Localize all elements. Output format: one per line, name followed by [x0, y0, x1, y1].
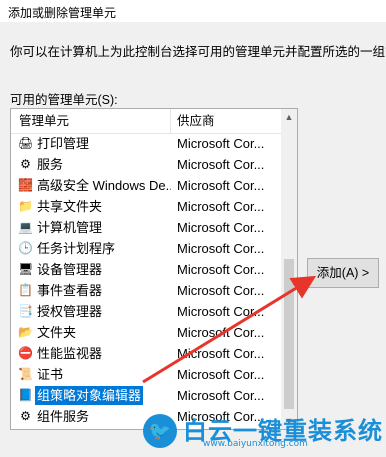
- snapin-name: 共享文件夹: [37, 199, 103, 214]
- snapin-name: 性能监视器: [37, 346, 103, 361]
- snapin-vendor: Microsoft Cor...: [177, 220, 265, 235]
- snapin-name: 计算机管理: [37, 220, 103, 235]
- snapin-vendor: Microsoft Cor...: [177, 346, 265, 361]
- list-rows: 🖨 打印管理 Microsoft Cor... ⚙ 服务 Microsoft Cor...…: [11, 133, 281, 427]
- snapin-vendor: Microsoft Cor...: [177, 241, 265, 256]
- add-button[interactable]: 添加(A) >: [307, 258, 379, 288]
- vertical-scrollbar[interactable]: ▲ ▼: [281, 109, 297, 429]
- snapin-vendor: Microsoft Cor...: [177, 178, 265, 193]
- snapin-name: 文件夹: [37, 325, 77, 340]
- snapin-name: 组件服务: [37, 409, 90, 424]
- snapin-name: 事件查看器: [37, 283, 103, 298]
- event-viewer-icon: 📋: [18, 283, 33, 297]
- available-snapins-list[interactable]: 管理单元 供应商 🖨 打印管理 Microsoft Cor... ⚙ 服务 Microso…: [10, 108, 298, 430]
- policy-icon: 📘: [18, 388, 33, 402]
- column-divider[interactable]: [170, 109, 171, 133]
- snapin-vendor: Microsoft Cor...: [177, 367, 265, 382]
- device-icon: 🖥: [18, 262, 34, 276]
- watermark: 🐦 白云一键重装系统 www.baiyunxitong.com: [143, 411, 382, 451]
- snapin-name: 设备管理器: [37, 262, 103, 277]
- column-header-vendor[interactable]: 供应商: [177, 109, 215, 133]
- list-item[interactable]: 🖨 打印管理 Microsoft Cor...: [11, 133, 281, 154]
- list-item[interactable]: 📜 证书 Microsoft Cor...: [11, 364, 281, 385]
- printer-icon: 🖨: [18, 136, 34, 150]
- snapin-vendor: Microsoft Cor...: [177, 262, 265, 277]
- dialog-description: 你可以在计算机上为此控制台选择可用的管理单元并配置所选的一组管: [10, 45, 386, 57]
- snapin-name: 任务计划程序: [37, 241, 116, 256]
- certificate-icon: 📜: [18, 367, 33, 381]
- title-bar: 添加或删除管理单元: [0, 0, 386, 22]
- snapin-vendor: Microsoft Cor...: [177, 199, 265, 214]
- clock-icon: 🕒: [18, 241, 33, 255]
- performance-icon: ⛔: [18, 346, 33, 360]
- list-item[interactable]: 📘 组策略对象编辑器 Microsoft Cor...: [11, 385, 281, 406]
- list-item[interactable]: 📂 文件夹 Microsoft Cor...: [11, 322, 281, 343]
- list-item[interactable]: 🖥 设备管理器 Microsoft Cor...: [11, 259, 281, 280]
- list-item[interactable]: 🕒 任务计划程序 Microsoft Cor...: [11, 238, 281, 259]
- column-header-snapin[interactable]: 管理单元: [19, 109, 69, 133]
- scrollbar-thumb[interactable]: [284, 259, 294, 409]
- available-snapins-label: 可用的管理单元(S):: [10, 93, 118, 107]
- bird-logo-icon: 🐦: [143, 414, 177, 448]
- list-item[interactable]: 📁 共享文件夹 Microsoft Cor...: [11, 196, 281, 217]
- snapin-vendor: Microsoft Cor...: [177, 304, 265, 319]
- snapin-vendor: Microsoft Cor...: [177, 283, 265, 298]
- gear-icon: ⚙: [20, 157, 31, 171]
- snapin-name: 证书: [37, 367, 64, 382]
- computer-management-icon: 💻: [18, 220, 33, 234]
- shared-folder-icon: 📁: [18, 199, 33, 213]
- folder-icon: 📂: [18, 325, 33, 339]
- snapin-vendor: Microsoft Cor...: [177, 157, 265, 172]
- watermark-url: www.baiyunxitong.com: [203, 439, 308, 449]
- snapin-name: 服务: [37, 157, 64, 172]
- component-services-icon: ⚙: [20, 409, 31, 423]
- scroll-up-arrow-icon[interactable]: ▲: [281, 109, 297, 125]
- firewall-icon: 🧱: [18, 178, 33, 192]
- list-item[interactable]: ⛔ 性能监视器 Microsoft Cor...: [11, 343, 281, 364]
- snapin-name: 授权管理器: [37, 304, 103, 319]
- list-item[interactable]: 💻 计算机管理 Microsoft Cor...: [11, 217, 281, 238]
- snapin-vendor: Microsoft Cor...: [177, 388, 265, 403]
- list-item[interactable]: 📑 授权管理器 Microsoft Cor...: [11, 301, 281, 322]
- list-item[interactable]: 📋 事件查看器 Microsoft Cor...: [11, 280, 281, 301]
- snapin-name: 打印管理: [37, 136, 90, 151]
- snapin-name: 组策略对象编辑器: [35, 386, 144, 405]
- snapin-vendor: Microsoft Cor...: [177, 325, 265, 340]
- snapin-vendor: Microsoft Cor...: [177, 136, 265, 151]
- list-item[interactable]: ⚙ 服务 Microsoft Cor...: [11, 154, 281, 175]
- list-header: 管理单元 供应商: [11, 109, 281, 134]
- dialog-title: 添加或删除管理单元: [8, 6, 117, 20]
- snapin-name: 高级安全 Windows De...: [37, 178, 171, 193]
- list-item[interactable]: 🧱 高级安全 Windows De... Microsoft Cor...: [11, 175, 281, 196]
- authorization-icon: 📑: [18, 304, 33, 318]
